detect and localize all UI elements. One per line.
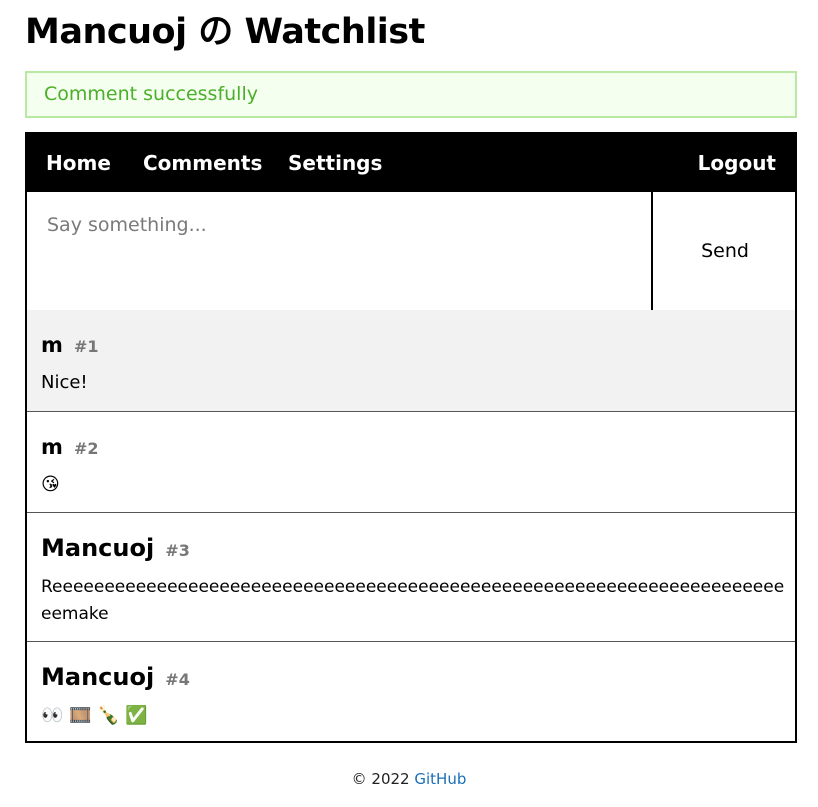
flash-message: Comment successfully: [25, 71, 797, 118]
comment-item: Mancuoj #3 Reeeeeeeeeeeeeeeeeeeeeeeeeeee…: [27, 513, 795, 642]
comment-number: #4: [165, 670, 190, 689]
comment-author: m: [41, 435, 63, 459]
comment-number: #2: [73, 439, 99, 458]
nav-home-link[interactable]: Home: [46, 134, 111, 192]
nav-settings-link[interactable]: Settings: [288, 134, 382, 192]
comment-text: 😘: [41, 474, 60, 495]
comment-input[interactable]: [27, 192, 653, 310]
footer-copyright: © 2022: [351, 770, 410, 788]
nav-comments-link[interactable]: Comments: [143, 134, 262, 192]
navbar: Home Comments Settings Logout: [27, 134, 795, 192]
comment-composer: Send: [27, 192, 795, 312]
main-panel: Home Comments Settings Logout Send m #1 …: [25, 132, 797, 743]
comment-author: m: [41, 333, 63, 357]
comment-author: Mancuoj: [41, 663, 155, 691]
comment-text: Nice!: [41, 372, 88, 393]
comment-text: Reeeeeeeeeeeeeeeeeeeeeeeeeeeeeeeeeeeeeee…: [41, 577, 785, 624]
comment-text: 👀 🎞️ 🍾 ✅: [41, 705, 148, 726]
comment-number: #3: [165, 541, 190, 560]
send-button[interactable]: Send: [655, 192, 795, 310]
comment-item: m #2 😘: [27, 412, 795, 513]
footer: © 2022 GitHub: [0, 770, 818, 788]
comment-item: m #1 Nice!: [27, 310, 795, 412]
github-link[interactable]: GitHub: [414, 770, 466, 788]
nav-logout-link[interactable]: Logout: [698, 134, 776, 192]
page-title: Mancuoj の Watchlist: [25, 12, 425, 52]
comment-author: Mancuoj: [41, 534, 155, 562]
comment-number: #1: [73, 337, 99, 356]
comment-item: Mancuoj #4 👀 🎞️ 🍾 ✅: [27, 642, 795, 741]
